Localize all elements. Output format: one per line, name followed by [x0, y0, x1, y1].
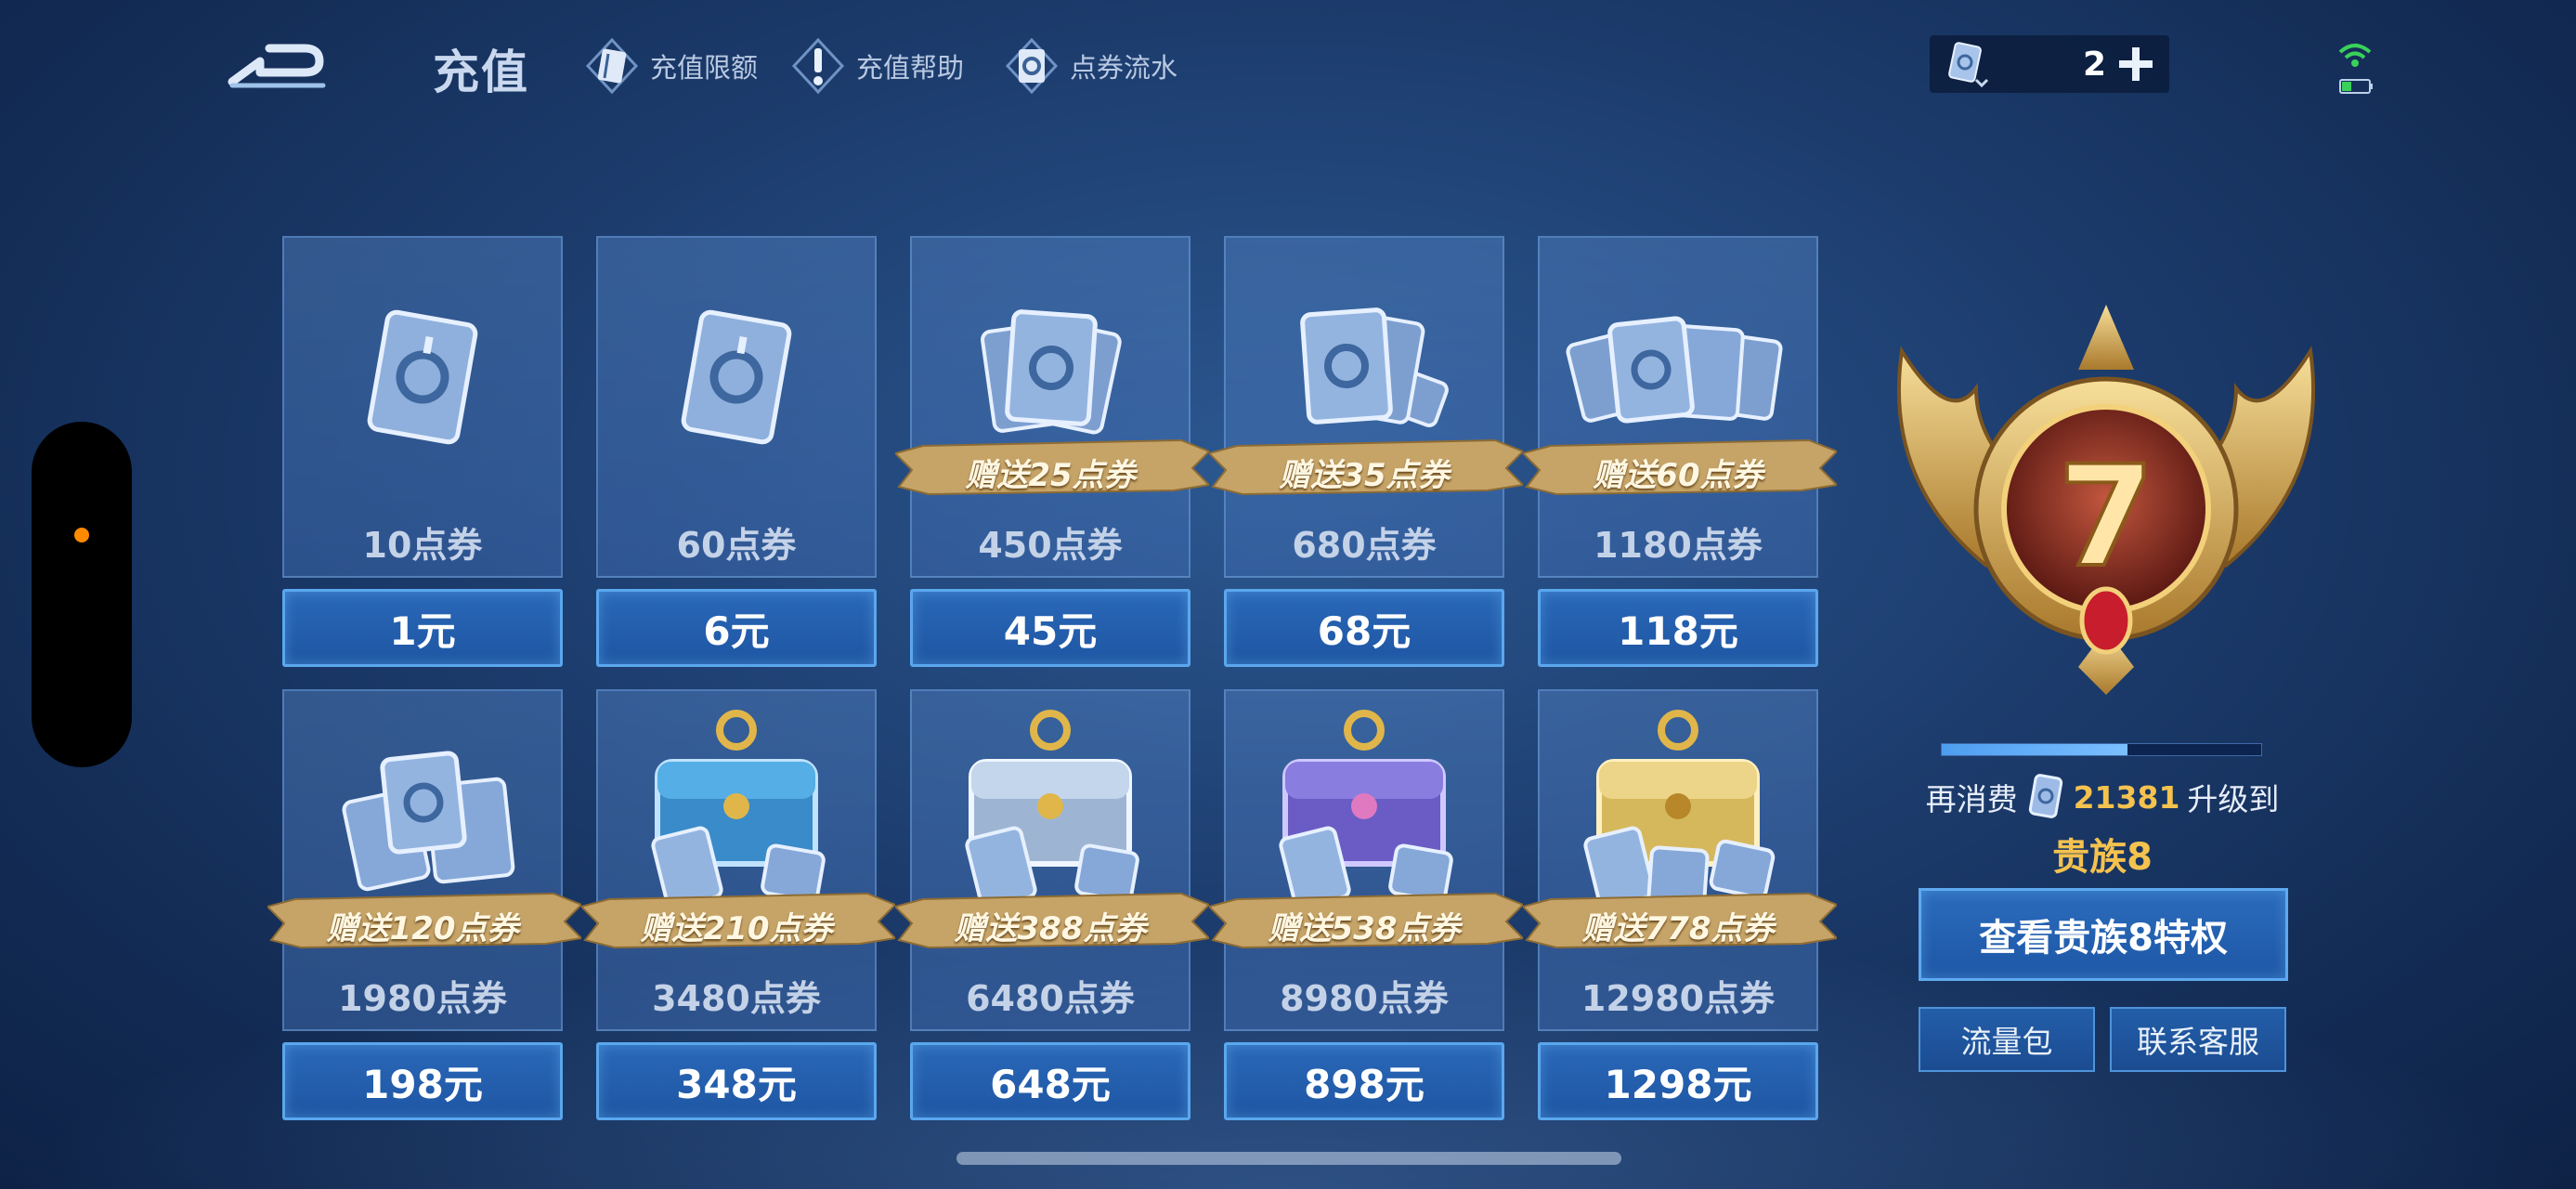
floating-assistant-handle[interactable]	[32, 422, 132, 767]
price-button[interactable]: 348元	[596, 1042, 877, 1120]
pack-card[interactable]: 赠送60点券 1180点券	[1523, 236, 1837, 578]
pack-amount: 1180点券	[1594, 525, 1763, 566]
wifi-battery-icon	[2338, 44, 2373, 94]
pack-amount: 12980点券	[1581, 978, 1776, 1019]
plus-icon[interactable]	[2115, 44, 2156, 85]
nav-coupon-history-label: 点券流水	[1070, 52, 1178, 84]
price-button[interactable]: 68元	[1224, 589, 1504, 667]
pack-amount: 60点券	[676, 525, 797, 566]
price-button[interactable]: 198元	[282, 1042, 563, 1120]
pack-card[interactable]: 赠送120点券 1980点券	[267, 689, 581, 1031]
upgrade-progress-bar	[1941, 743, 2262, 756]
pack-amount: 1980点券	[338, 978, 507, 1019]
pack-amount: 3480点券	[652, 978, 821, 1019]
bonus-label: 赠送25点券	[965, 457, 1136, 494]
pack-amount: 450点券	[978, 525, 1123, 566]
price-button[interactable]: 1元	[282, 589, 563, 667]
price-button[interactable]: 648元	[910, 1042, 1190, 1120]
card-icon	[585, 37, 639, 95]
bonus-label: 赠送388点券	[954, 910, 1147, 947]
nav-recharge-limit[interactable]: 充值限额	[585, 37, 758, 95]
noble-level-number: 7	[2058, 437, 2154, 598]
recharge-packs-grid: 10点券 1元 60点券 6元 赠送25点券 450点券 45元 赠送35点券	[267, 236, 1837, 1128]
back-arrow-icon[interactable]	[223, 33, 334, 98]
coupon-icon	[2028, 774, 2062, 818]
upgrade-prefix: 再消费	[1925, 781, 2018, 817]
pack-amount: 6480点券	[966, 978, 1135, 1019]
pack-card[interactable]: 赠送388点券 6480点券	[895, 689, 1209, 1031]
pack-amount: 8980点券	[1280, 978, 1449, 1019]
nav-coupon-history[interactable]: 点券流水	[1005, 37, 1177, 95]
upgrade-requirement: 再消费 21381 升级到	[1907, 771, 2297, 823]
bonus-label: 赠送210点券	[640, 910, 833, 947]
coupon-card-icon	[367, 309, 478, 445]
status-dot	[74, 528, 89, 542]
pack-card[interactable]: 赠送25点券 450点券	[895, 236, 1209, 578]
nav-recharge-help[interactable]: 充值帮助	[791, 37, 964, 95]
price-button[interactable]: 45元	[910, 589, 1190, 667]
exclamation-icon	[791, 37, 845, 95]
bonus-label: 赠送35点券	[1279, 457, 1450, 494]
coupon-icon	[1948, 42, 1989, 88]
coupon-card-icon	[681, 309, 792, 445]
pack-card[interactable]: 赠送35点券 680点券	[1209, 236, 1523, 578]
upgrade-amount: 21381	[2073, 778, 2180, 816]
coupon-icon	[1005, 37, 1059, 95]
top-bar: 充值 充值限额 充值帮助 点券流水 2	[0, 0, 2576, 130]
bonus-label: 赠送120点券	[326, 910, 519, 947]
coupon-balance: 2	[1930, 35, 2169, 93]
nav-recharge-limit-label: 充值限额	[650, 52, 759, 84]
price-button[interactable]: 1298元	[1538, 1042, 1818, 1120]
price-button[interactable]: 898元	[1224, 1042, 1504, 1120]
pack-amount: 680点券	[1292, 525, 1437, 566]
pack-card[interactable]: 赠送210点券 3480点券	[581, 689, 895, 1031]
upgrade-suffix: 升级到	[2187, 781, 2280, 817]
price-button[interactable]: 6元	[596, 589, 877, 667]
pack-card[interactable]: 赠送778点券 12980点券	[1523, 689, 1837, 1031]
upgrade-progress-fill	[1942, 744, 2127, 755]
bonus-label: 赠送60点券	[1593, 457, 1763, 494]
noble-emblem-icon: 7	[1896, 305, 2316, 695]
bonus-label: 赠送778点券	[1581, 910, 1775, 947]
pack-card[interactable]: 赠送538点券 8980点券	[1209, 689, 1523, 1031]
bonus-label: 赠送538点券	[1268, 910, 1461, 947]
price-button[interactable]: 118元	[1538, 589, 1818, 667]
view-privileges-button[interactable]: 查看贵族8特权	[1919, 888, 2288, 981]
pack-card[interactable]: 60点券	[596, 236, 877, 578]
page-title: 充值	[433, 46, 529, 99]
next-noble-level: 贵族8	[2052, 836, 2153, 879]
nav-recharge-help-label: 充值帮助	[856, 52, 965, 84]
customer-service-button[interactable]: 联系客服	[2110, 1007, 2286, 1072]
pack-amount: 10点券	[362, 525, 483, 566]
coupon-balance-value: 2	[2082, 45, 2106, 84]
pack-card[interactable]: 10点券	[282, 236, 563, 578]
traffic-pack-button[interactable]: 流量包	[1919, 1007, 2095, 1072]
home-indicator[interactable]	[956, 1152, 1621, 1165]
